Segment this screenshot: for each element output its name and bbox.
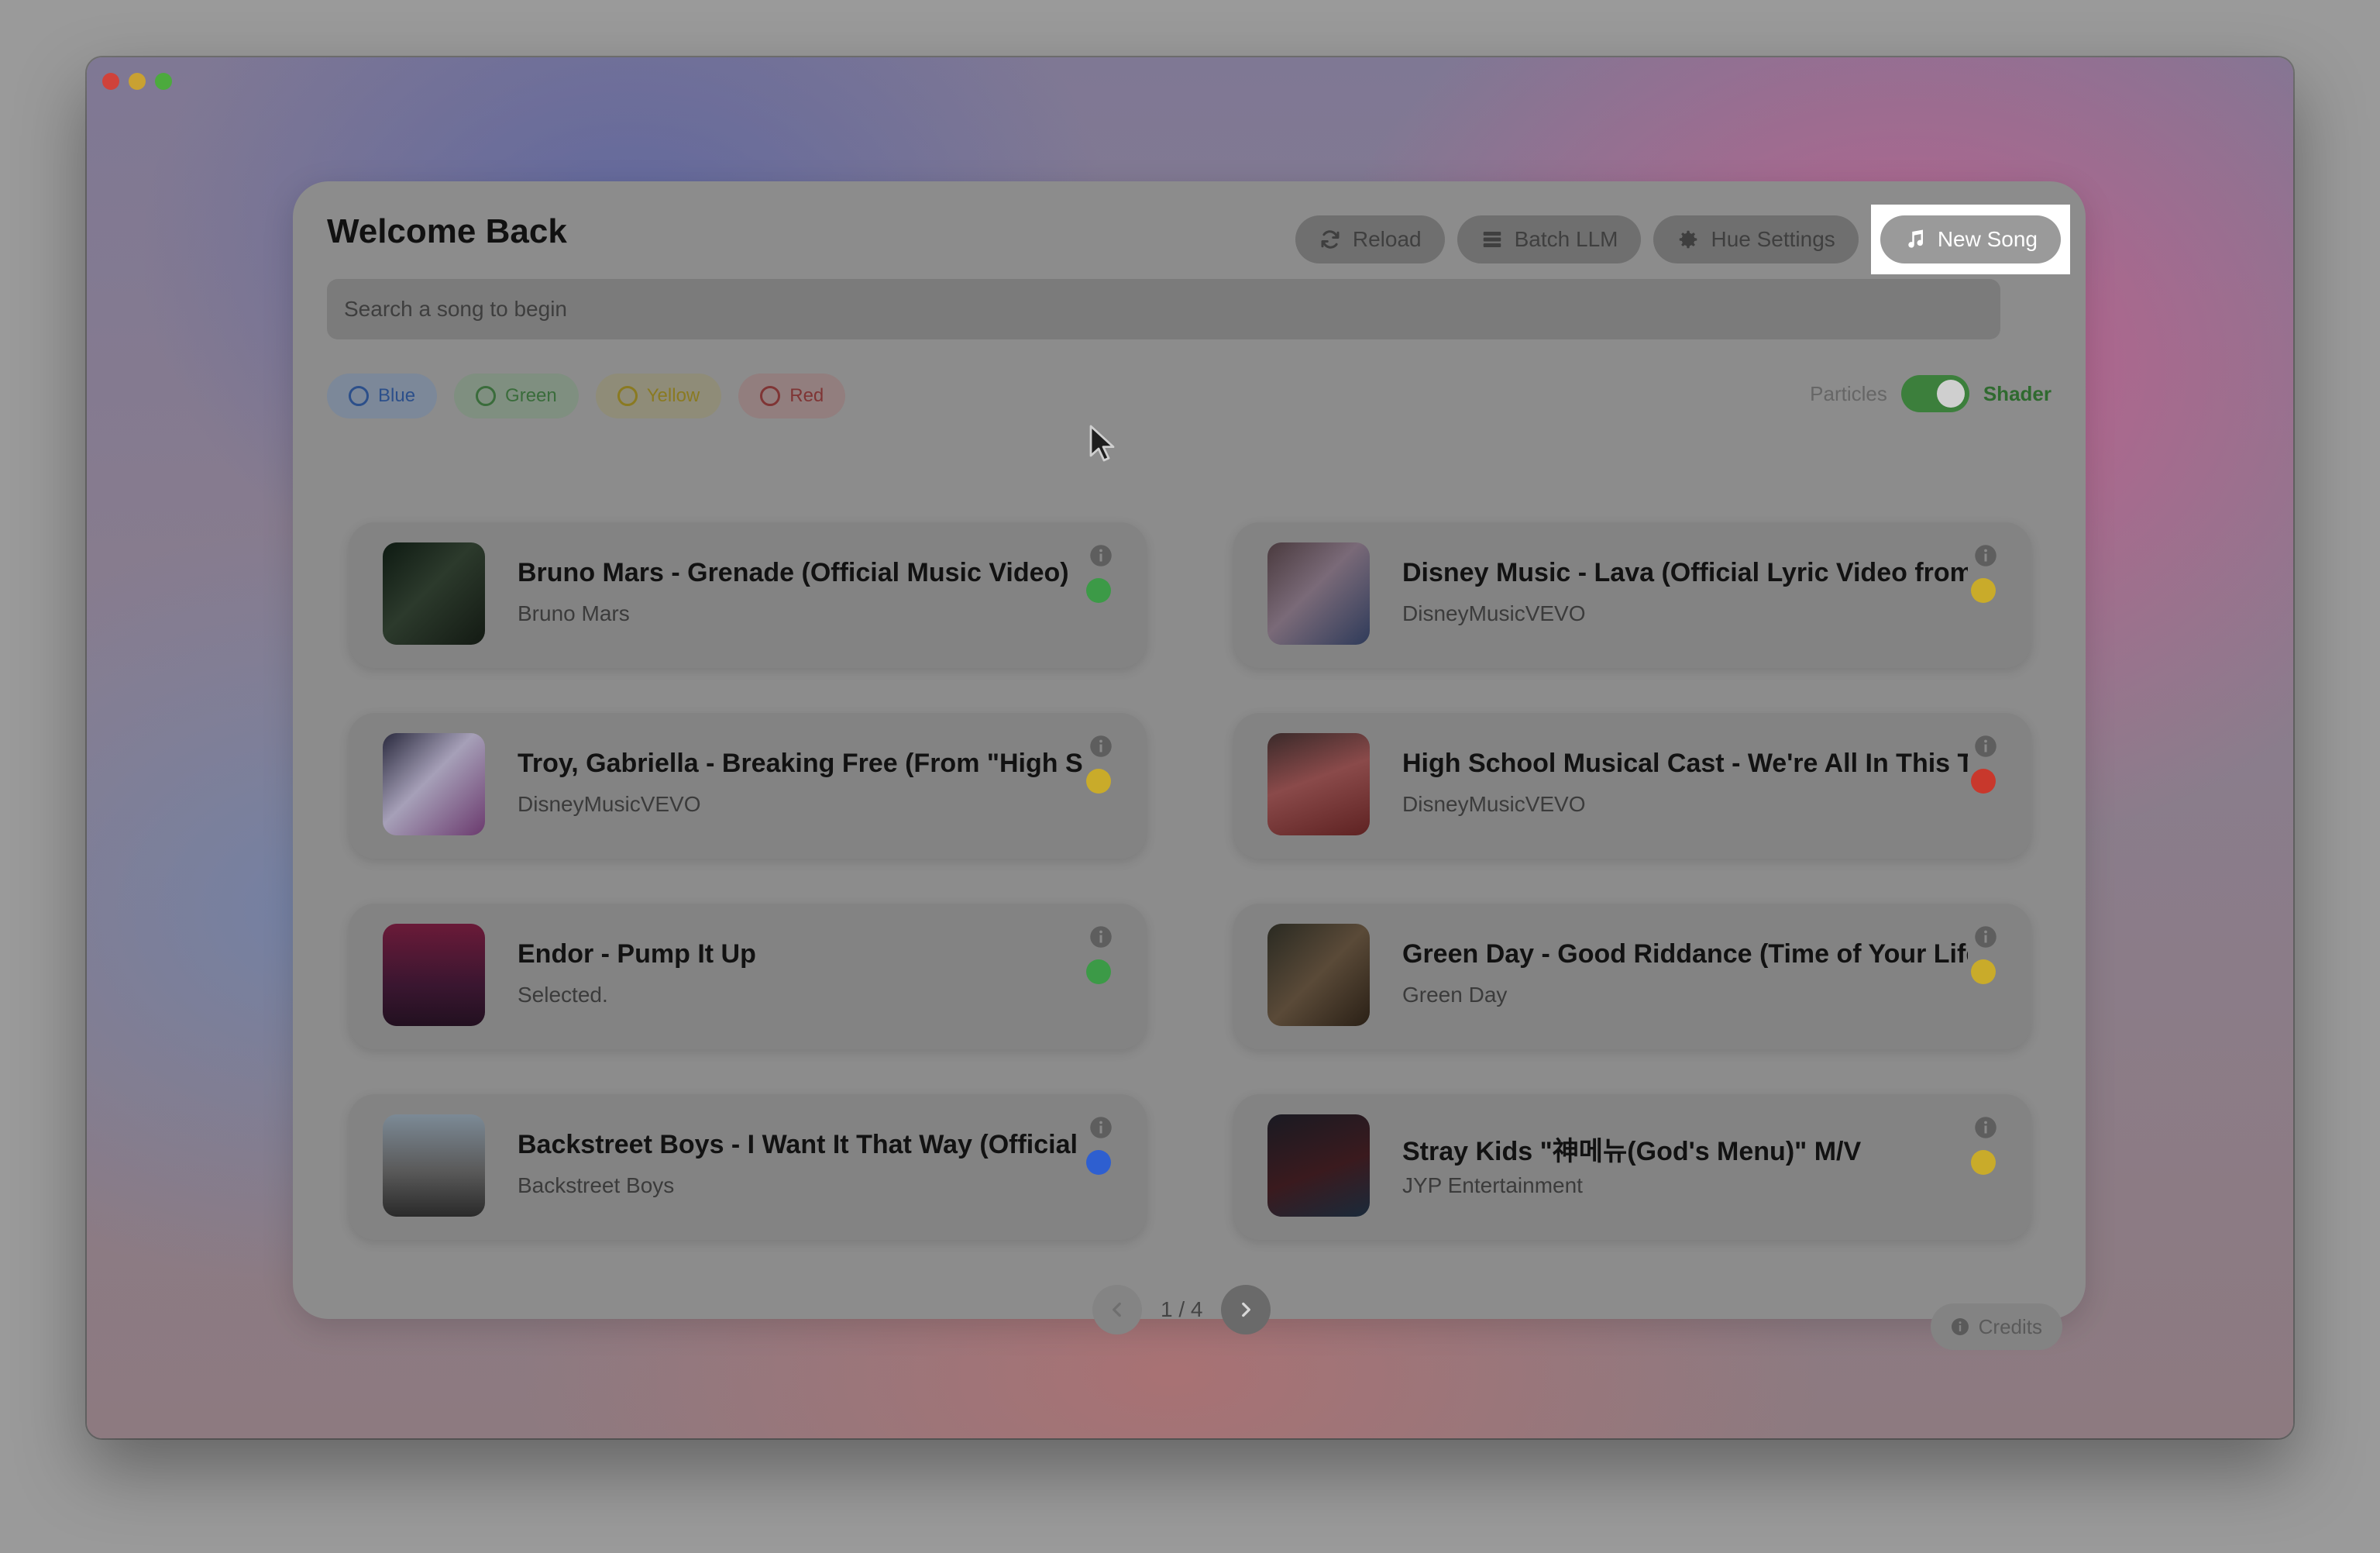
list-icon xyxy=(1483,232,1501,247)
song-card[interactable]: Troy, Gabriella - Breaking Free (From "H… xyxy=(349,713,1147,859)
color-filters: Blue Green Yellow Red xyxy=(327,374,846,418)
song-card[interactable]: Bruno Mars - Grenade (Official Music Vid… xyxy=(349,522,1147,668)
filter-green[interactable]: Green xyxy=(454,374,579,418)
shader-label: Shader xyxy=(1983,381,2052,405)
render-mode-switch: Particles Shader xyxy=(1810,375,2052,412)
filter-red-label: Red xyxy=(789,385,824,406)
song-thumbnail xyxy=(383,733,485,835)
song-thumbnail xyxy=(1267,1114,1370,1217)
filter-blue[interactable]: Blue xyxy=(327,374,438,418)
song-card[interactable]: Green Day - Good Riddance (Time of Your … xyxy=(1233,904,2031,1049)
song-thumbnail xyxy=(383,1114,485,1217)
info-icon[interactable] xyxy=(1089,544,1113,567)
hue-color-dot xyxy=(1971,769,1996,794)
song-artist: JYP Entertainment xyxy=(1402,1173,1583,1197)
search-input[interactable] xyxy=(327,279,2000,339)
info-icon[interactable] xyxy=(1974,925,1997,949)
song-title: Bruno Mars - Grenade (Official Music Vid… xyxy=(518,558,1069,587)
song-artist: Backstreet Boys xyxy=(518,1173,675,1197)
info-icon xyxy=(1951,1318,1969,1335)
song-title: Stray Kids "神메뉴(God's Menu)" M/V xyxy=(1402,1137,1862,1166)
hue-color-dot xyxy=(1971,578,1996,603)
song-thumbnail xyxy=(1267,924,1370,1026)
credits-label: Credits xyxy=(1978,1314,2042,1338)
mode-toggle[interactable] xyxy=(1900,375,1969,412)
reload-button[interactable]: Reload xyxy=(1295,215,1445,263)
main-panel: Welcome Back Reload Batch LLM Hue Settin… xyxy=(293,181,2086,1350)
song-title: Green Day - Good Riddance (Time of Your … xyxy=(1402,939,1968,969)
gear-icon xyxy=(1680,230,1697,249)
info-icon[interactable] xyxy=(1974,1116,1997,1139)
song-card[interactable]: High School Musical Cast - We're All In … xyxy=(1233,713,2031,859)
song-thumbnail xyxy=(383,542,485,645)
hue-settings-button[interactable]: Hue Settings xyxy=(1653,215,1859,263)
hue-settings-label: Hue Settings xyxy=(1711,227,1835,251)
maximize-window-button[interactable] xyxy=(155,73,172,90)
new-song-highlight: New Song xyxy=(1870,205,2070,274)
mouse-cursor-icon xyxy=(1089,425,1115,462)
refresh-icon xyxy=(1321,230,1340,249)
song-artist: Selected. xyxy=(518,983,608,1007)
pagination: 1 / 4 xyxy=(1092,1285,1271,1334)
close-window-button[interactable] xyxy=(102,73,119,90)
prev-page-button[interactable] xyxy=(1092,1285,1142,1334)
song-title: Troy, Gabriella - Breaking Free (From "H… xyxy=(518,749,1083,778)
next-page-button[interactable] xyxy=(1221,1285,1271,1334)
info-icon[interactable] xyxy=(1089,735,1113,758)
batch-llm-button[interactable]: Batch LLM xyxy=(1457,215,1642,263)
filter-yellow[interactable]: Yellow xyxy=(595,374,722,418)
minimize-window-button[interactable] xyxy=(129,73,146,90)
song-title: Backstreet Boys - I Want It That Way (Of… xyxy=(518,1130,1083,1159)
hue-color-dot xyxy=(1086,769,1111,794)
song-artist: DisneyMusicVEVO xyxy=(1402,601,1586,625)
toolbar: Reload Batch LLM Hue Settings New Song xyxy=(1295,205,2070,274)
song-card[interactable]: Stray Kids "神메뉴(God's Menu)" M/V JYP Ente… xyxy=(1233,1094,2031,1240)
chevron-right-icon xyxy=(1242,1302,1251,1317)
info-icon[interactable] xyxy=(1089,925,1113,949)
batch-llm-label: Batch LLM xyxy=(1514,227,1618,251)
song-thumbnail xyxy=(1267,542,1370,645)
particles-label: Particles xyxy=(1810,381,1887,405)
song-artist: DisneyMusicVEVO xyxy=(518,792,701,816)
song-title: Disney Music - Lava (Official Lyric Vide… xyxy=(1402,558,1968,587)
hue-color-dot xyxy=(1086,959,1111,984)
info-icon[interactable] xyxy=(1974,544,1997,567)
radio-circle-icon xyxy=(617,386,638,406)
song-card[interactable]: Backstreet Boys - I Want It That Way (Of… xyxy=(349,1094,1147,1240)
page-title: Welcome Back xyxy=(327,212,567,250)
song-title: Endor - Pump It Up xyxy=(518,939,756,969)
radio-circle-icon xyxy=(476,386,497,406)
info-icon[interactable] xyxy=(1974,735,1997,758)
hue-color-dot xyxy=(1086,1150,1111,1175)
radio-circle-icon xyxy=(760,386,781,406)
filter-blue-label: Blue xyxy=(378,385,416,406)
info-icon[interactable] xyxy=(1089,1116,1113,1139)
song-title: High School Musical Cast - We're All In … xyxy=(1402,749,1968,778)
song-thumbnail: ​ xyxy=(383,924,485,1026)
chevron-left-icon xyxy=(1113,1302,1121,1317)
radio-circle-icon xyxy=(349,386,369,406)
song-artist: DisneyMusicVEVO xyxy=(1402,792,1586,816)
song-thumbnail xyxy=(1267,733,1370,835)
hue-color-dot xyxy=(1086,578,1111,603)
filter-red[interactable]: Red xyxy=(738,374,846,418)
credits-button[interactable]: Credits xyxy=(1930,1303,2062,1350)
new-song-label: New Song xyxy=(1937,227,2038,251)
music-note-icon xyxy=(1908,229,1923,248)
song-artist: Green Day xyxy=(1402,983,1508,1007)
app-window: Welcome Back Reload Batch LLM Hue Settin… xyxy=(87,57,2293,1438)
filter-green-label: Green xyxy=(505,385,557,406)
filter-yellow-label: Yellow xyxy=(646,385,700,406)
window-controls xyxy=(102,73,172,90)
page-indicator: 1 / 4 xyxy=(1161,1297,1203,1321)
song-artist: Bruno Mars xyxy=(518,601,630,625)
new-song-button[interactable]: New Song xyxy=(1880,215,2061,263)
reload-label: Reload xyxy=(1352,227,1422,251)
hue-color-dot xyxy=(1971,959,1996,984)
song-card[interactable]: Disney Music - Lava (Official Lyric Vide… xyxy=(1233,522,2031,668)
hue-color-dot xyxy=(1971,1150,1996,1175)
song-card[interactable]: ​ Endor - Pump It Up Selected. xyxy=(349,904,1147,1049)
